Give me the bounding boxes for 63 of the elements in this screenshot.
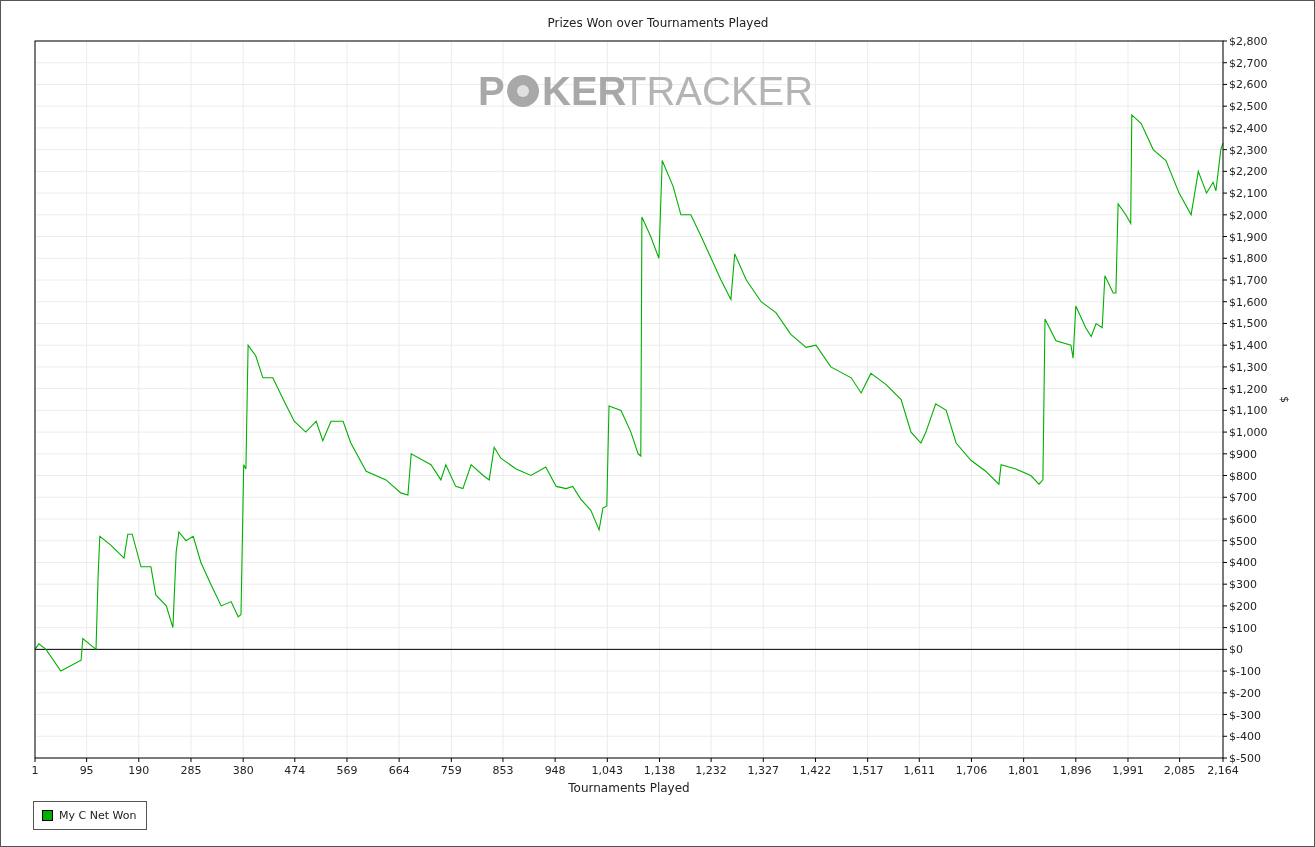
y-tick-label: $2,800	[1229, 35, 1268, 48]
legend-label: My C Net Won	[59, 809, 137, 822]
y-tick-label: $2,600	[1229, 78, 1268, 92]
x-tick-label: 1,611	[903, 764, 935, 777]
x-tick-label: 95	[79, 764, 94, 777]
x-tick-label: 1,991	[1112, 764, 1144, 777]
y-tick-label: $500	[1229, 534, 1257, 548]
x-tick-label: 569	[336, 764, 358, 777]
x-tick-label: 664	[388, 764, 410, 777]
x-axis-title: Tournaments Played	[568, 781, 690, 795]
y-tick-label: $1,900	[1229, 230, 1268, 244]
y-tick-label: $-400	[1229, 730, 1261, 744]
y-tick-label: $2,200	[1229, 165, 1268, 179]
x-tick-label: 948	[544, 764, 566, 777]
x-tick-label: 1,138	[643, 764, 676, 777]
y-axis-title: $	[1278, 396, 1291, 403]
y-tick-label: $1,100	[1229, 404, 1268, 418]
x-tick-label: 190	[128, 764, 150, 777]
x-tick-label: 474	[284, 764, 306, 777]
y-tick-label: $-500	[1229, 752, 1261, 765]
y-tick-label: $1,300	[1229, 360, 1268, 374]
x-tick-label: 759	[440, 764, 462, 777]
y-tick-label: $0	[1229, 643, 1243, 657]
x-tick-label: 380	[232, 764, 254, 777]
x-tick-label: 285	[180, 764, 202, 777]
y-tick-label: $300	[1229, 578, 1257, 592]
x-tick-label: 1,232	[695, 764, 727, 777]
x-tick-label: 2,085	[1163, 764, 1196, 777]
x-tick-label: 2,164	[1207, 764, 1239, 777]
x-tick-label: 1,043	[591, 764, 624, 777]
y-tick-label: $1,000	[1229, 426, 1268, 440]
chart-title: Prizes Won over Tournaments Played	[547, 16, 769, 30]
y-tick-label: $2,000	[1229, 208, 1268, 222]
y-tick-label: $2,700	[1229, 56, 1268, 70]
y-tick-label: $100	[1229, 621, 1257, 635]
y-tick-label: $1,600	[1229, 295, 1268, 309]
y-tick-label: $1,400	[1229, 339, 1268, 353]
y-tick-label: $1,200	[1229, 382, 1268, 396]
x-tick-label: 1,327	[747, 764, 780, 777]
y-tick-label: $600	[1229, 513, 1257, 526]
x-tick-label: 1	[31, 764, 39, 777]
logo-text: P	[478, 69, 505, 113]
x-tick-label: 1,896	[1060, 764, 1092, 777]
x-tick-label: 1,422	[799, 764, 832, 777]
x-tick-label: 1,517	[851, 764, 884, 777]
x-tick-label: 853	[492, 764, 514, 777]
y-tick-label: $200	[1229, 599, 1257, 613]
y-tick-label: $-200	[1229, 686, 1261, 700]
x-tick-label: 1,801	[1007, 764, 1040, 777]
y-tick-label: $400	[1229, 556, 1257, 570]
y-tick-label: $1,700	[1229, 274, 1268, 287]
y-tick-label: $900	[1229, 447, 1257, 461]
y-tick-label: $2,100	[1229, 187, 1268, 201]
y-tick-label: $-100	[1229, 665, 1261, 679]
y-tick-label: $700	[1229, 491, 1257, 505]
y-tick-label: $2,400	[1229, 121, 1268, 135]
y-tick-label: $1,500	[1229, 317, 1268, 331]
y-tick-label: $800	[1229, 469, 1257, 483]
y-tick-label: $2,300	[1229, 143, 1268, 157]
y-tick-label: $2,500	[1229, 100, 1268, 114]
y-tick-label: $-300	[1229, 708, 1261, 722]
x-tick-label: 1,706	[955, 764, 988, 777]
y-tick-label: $1,800	[1229, 252, 1268, 266]
